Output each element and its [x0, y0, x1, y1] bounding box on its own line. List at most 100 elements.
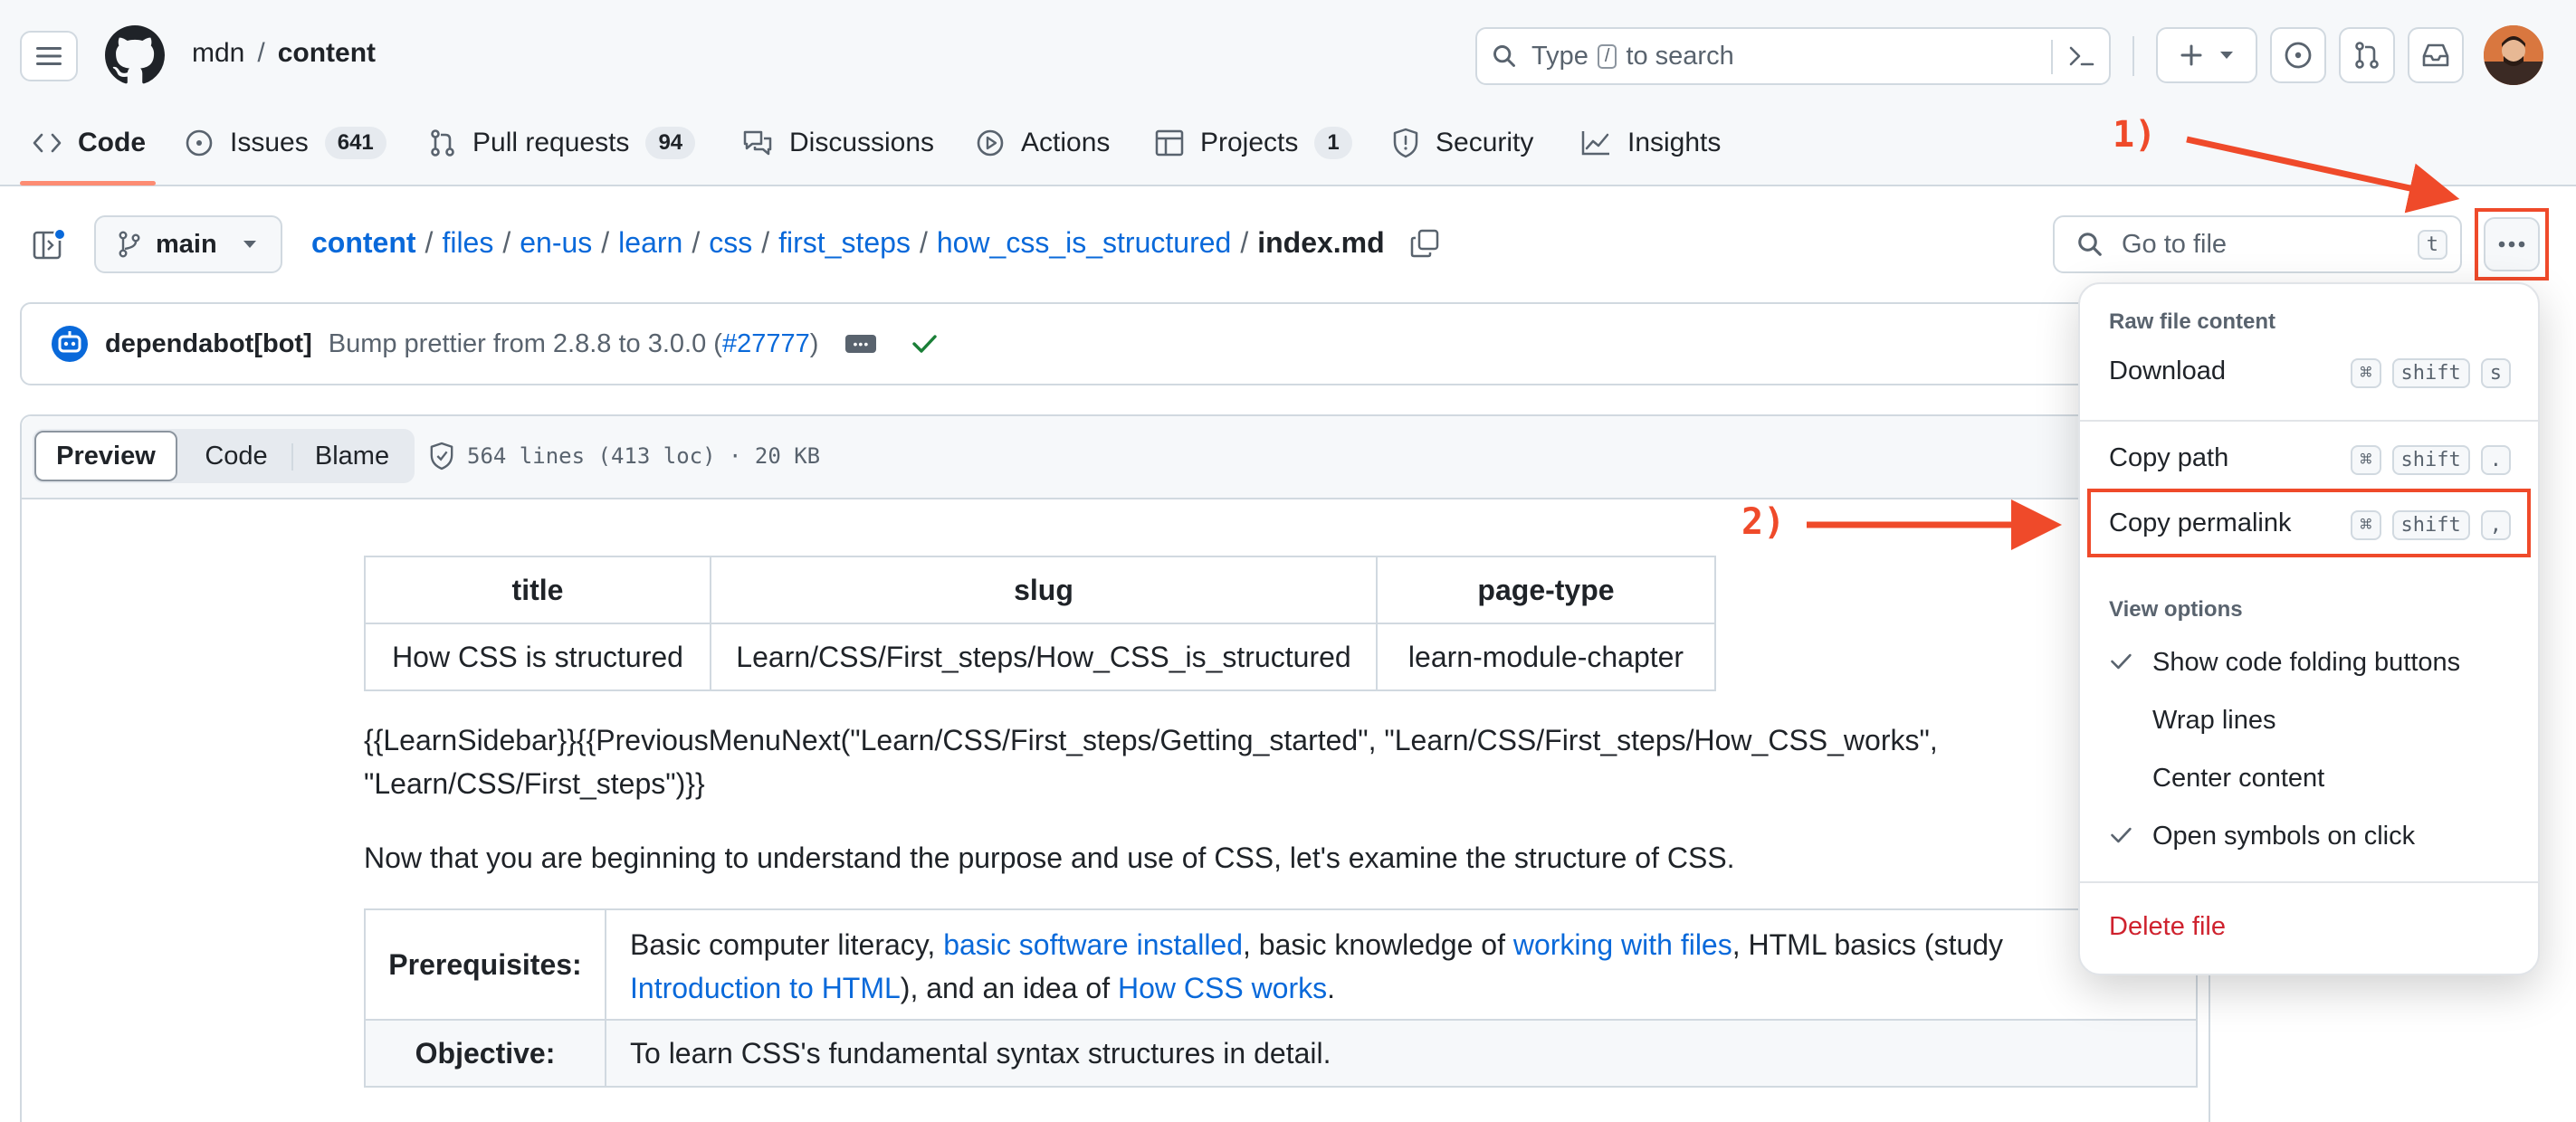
breadcrumb-item-learn[interactable]: learn [618, 226, 682, 260]
menu-item-delete-file[interactable]: Delete file [2080, 901, 2538, 952]
issues-button[interactable] [2270, 27, 2326, 83]
breadcrumb-separator: / [425, 226, 434, 259]
go-to-file-input[interactable]: Go to file t [2053, 215, 2462, 273]
view-blame-label: Blame [314, 441, 390, 471]
shortcut-dot-key: . [2480, 445, 2511, 475]
tab-actions[interactable]: Actions [976, 116, 1110, 170]
breadcrumb-filename: index.md [1257, 226, 1385, 259]
commit-pr-link[interactable]: #27777 [722, 329, 810, 359]
check-icon [2109, 825, 2132, 845]
repo-header: mdn / content Type / to search Code Issu… [0, 0, 2576, 186]
pull-request-icon [2353, 41, 2380, 70]
table-header-cell: title [364, 556, 711, 624]
menu-item-copy-path-label: Copy path [2109, 443, 2229, 472]
breadcrumb-separator: / [761, 226, 770, 259]
inbox-button[interactable] [2408, 27, 2464, 83]
how-css-works-link[interactable]: How CSS works [1118, 972, 1327, 1004]
commit-message[interactable]: Bump prettier from 2.8.8 to 3.0.0 ( [329, 329, 722, 359]
search-placeholder-post: to search [1626, 41, 1734, 71]
breadcrumb-item-content[interactable]: content [311, 226, 416, 260]
tab-insights[interactable]: Insights [1580, 116, 1721, 170]
view-code-label: Code [205, 441, 268, 471]
view-blame-button[interactable]: Blame [295, 431, 409, 481]
table-header-row: title slug page-type [364, 556, 1716, 624]
plus-icon [2180, 43, 2203, 67]
menu-heading-raw: Raw file content [2109, 309, 2276, 334]
table-header-cell: page-type [1376, 556, 1716, 624]
menu-item-download[interactable]: Download ⌘ shift s [2080, 347, 2538, 398]
menu-option-code-folding[interactable]: Show code folding buttons [2080, 637, 2538, 688]
menu-button[interactable] [20, 31, 78, 81]
file-info: 564 lines (413 loc) · 20 KB [467, 443, 821, 469]
commit-author[interactable]: dependabot[bot] [105, 329, 312, 359]
breadcrumb-separator: / [502, 226, 511, 259]
issue-circle-icon [185, 128, 214, 157]
search-icon [1492, 43, 1517, 69]
sidebar-toggle-icon[interactable] [33, 228, 65, 261]
repo-owner-link[interactable]: mdn [192, 38, 244, 69]
working-with-files-link[interactable]: working with files [1513, 928, 1732, 961]
tab-code-label: Code [78, 128, 146, 157]
inbox-icon [2421, 43, 2450, 68]
menu-option-center-content[interactable]: Center content [2080, 753, 2538, 803]
menu-item-copy-path[interactable]: Copy path ⌘ shift . [2080, 433, 2538, 485]
caret-down-icon [2219, 51, 2234, 60]
breadcrumb-item-en-us[interactable]: en-us [520, 226, 592, 260]
user-avatar[interactable] [2484, 25, 2543, 85]
intro-to-html-link[interactable]: Introduction to HTML [630, 972, 901, 1004]
command-palette-icon[interactable] [2067, 43, 2096, 69]
search-icon [2076, 231, 2104, 258]
breadcrumb-item-how-css-is-structured[interactable]: how_css_is_structured [937, 226, 1231, 260]
commit-expand-button[interactable]: ••• [845, 335, 877, 353]
commit-message-close: ) [809, 328, 819, 358]
shortcut-shift-key: shift [2391, 510, 2470, 540]
global-search-input[interactable]: Type / to search [1475, 27, 2111, 85]
copy-path-icon[interactable] [1410, 229, 1439, 258]
view-code-button[interactable]: Code [185, 431, 288, 481]
go-to-file-placeholder: Go to file [2122, 229, 2228, 259]
prereq-text: , basic knowledge of [1243, 928, 1513, 961]
menu-option-wrap-lines[interactable]: Wrap lines [2080, 695, 2538, 746]
check-icon[interactable] [911, 333, 938, 355]
view-preview-button[interactable]: Preview [34, 431, 177, 481]
shortcut-shift-key: shift [2391, 358, 2470, 388]
tab-code-underline [20, 181, 156, 185]
basic-software-link[interactable]: basic software installed [943, 928, 1243, 961]
git-branch-icon [118, 231, 141, 258]
prereq-label-cell: Prerequisites: [366, 910, 606, 1019]
pull-requests-button[interactable] [2339, 27, 2395, 83]
tab-issues[interactable]: Issues 641 [185, 116, 386, 170]
annotation-step-2: 2) [1741, 501, 1786, 543]
repo-name-link[interactable]: content [278, 38, 376, 69]
tab-discussions-label: Discussions [789, 128, 935, 157]
table-cell: How CSS is structured [364, 623, 711, 691]
objective-text: To learn CSS's fundamental syntax struct… [630, 1036, 1331, 1070]
objective-label: Objective: [415, 1036, 556, 1070]
breadcrumb-item-css[interactable]: css [709, 226, 752, 260]
objective-label-cell: Objective: [366, 1021, 606, 1086]
shortcut-comma-key: , [2480, 510, 2511, 540]
dependabot-avatar[interactable] [51, 325, 89, 363]
tab-discussions[interactable]: Discussions [742, 116, 934, 170]
frontmatter-table: title slug page-type How CSS is structur… [364, 556, 1716, 691]
breadcrumb-item-files[interactable]: files [442, 226, 493, 260]
tab-pull-requests[interactable]: Pull requests 94 [429, 116, 696, 170]
shortcut-shift-key: shift [2391, 445, 2470, 475]
prereq-text: Basic computer literacy, [630, 928, 944, 961]
menu-option-open-symbols[interactable]: Open symbols on click [2080, 811, 2538, 861]
branch-name: main [156, 229, 217, 259]
shortcut-cmd-key: ⌘ [2351, 445, 2381, 475]
graph-icon [1580, 129, 1611, 157]
create-new-button[interactable] [2156, 27, 2257, 83]
tab-projects[interactable]: Projects 1 [1155, 116, 1352, 170]
ellipsis-icon: ••• [853, 337, 870, 351]
branch-selector[interactable]: main [94, 215, 282, 273]
tab-issues-label: Issues [230, 128, 309, 157]
breadcrumb-item-first-steps[interactable]: first_steps [778, 226, 911, 260]
github-logo-icon[interactable] [105, 25, 165, 85]
menu-item-copy-permalink[interactable]: Copy permalink ⌘ shift , [2087, 489, 2531, 557]
more-options-button[interactable] [2484, 217, 2540, 271]
tab-security[interactable]: Security [1392, 116, 1533, 170]
shield-icon [429, 442, 454, 471]
tab-code[interactable]: Code [33, 116, 146, 170]
